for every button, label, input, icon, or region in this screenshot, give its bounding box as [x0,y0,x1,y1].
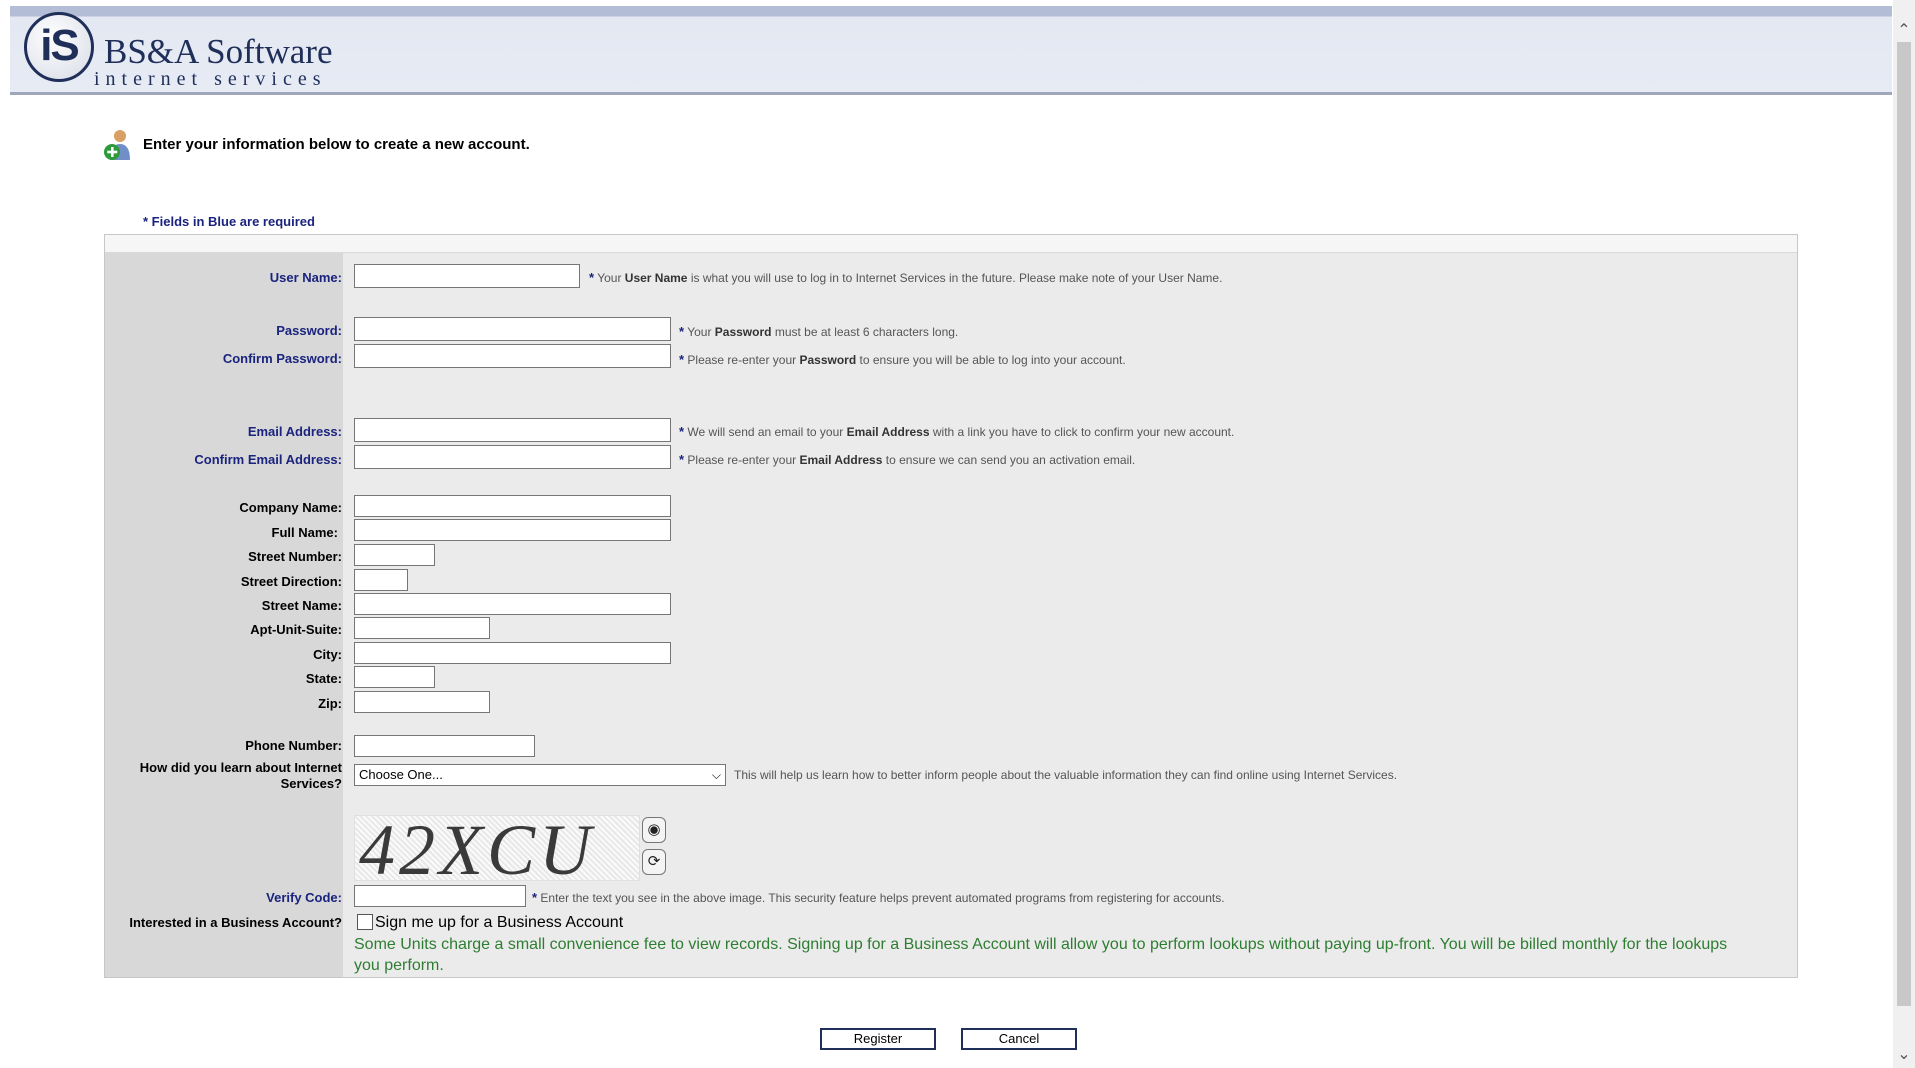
username-label: User Name: [269,270,342,285]
business-account-checkbox-label[interactable]: Sign me up for a Business Account [375,914,623,932]
scroll-down-icon[interactable]: ⌄ [1893,1044,1915,1066]
full-name-label: Full Name: [271,525,338,540]
learn-select[interactable]: Choose One... ⌵ [354,764,726,786]
email-input[interactable] [354,418,671,442]
captcha-image: 42XCU [354,815,640,881]
learn-label-line2: Services? [280,776,342,791]
business-account-checkbox[interactable] [357,914,373,930]
company-name-label: Company Name: [239,500,342,515]
confirm-email-label: Confirm Email Address: [194,452,342,467]
scroll-thumb[interactable] [1897,42,1911,1006]
scroll-up-icon[interactable]: ⌃ [1893,20,1915,42]
vertical-scrollbar[interactable]: ⌃ ⌄ [1893,0,1915,1068]
confirm-password-hint: * Please re-enter your Password to ensur… [679,352,1126,367]
username-input[interactable] [354,264,580,288]
site-header: iS BS&A Software internet services [10,6,1892,95]
learn-label-line1: How did you learn about Internet [139,760,342,775]
confirm-email-hint: * Please re-enter your Email Address to … [679,452,1136,467]
brand-name: BS&A Software [104,32,333,71]
cancel-button[interactable]: Cancel [961,1028,1077,1050]
verify-code-label: Verify Code: [266,890,342,905]
full-name-input[interactable] [354,519,671,541]
state-label: State: [305,671,342,686]
chevron-down-icon: ⌵ [711,768,721,782]
confirm-password-input[interactable] [354,344,671,368]
speaker-icon[interactable]: ◉ [642,817,666,843]
logo-icon: iS [24,12,94,82]
learn-select-value: Choose One... [359,767,443,782]
panel-top-strip [105,235,1797,253]
password-label: Password: [276,323,342,338]
email-hint: * We will send an email to your Email Ad… [679,424,1235,439]
verify-hint: * Enter the text you see in the above im… [532,890,1225,905]
street-name-label: Street Name: [261,598,342,613]
register-button[interactable]: Register [820,1028,936,1050]
email-label: Email Address: [247,424,342,439]
intro-text: Enter your information below to create a… [143,136,530,153]
business-account-note: Some Units charge a small convenience fe… [354,936,1728,974]
zip-label: Zip: [318,696,342,711]
learn-hint: This will help us learn how to better in… [734,768,1398,782]
password-hint: * Your Password must be at least 6 chara… [679,324,959,339]
brand-subtitle: internet services [94,68,327,90]
phone-label: Phone Number: [245,738,342,753]
city-input[interactable] [354,642,671,664]
phone-input[interactable] [354,735,535,757]
username-hint: * Your User Name is what you will use to… [589,270,1223,285]
company-name-input[interactable] [354,495,671,517]
add-user-icon [104,130,130,160]
street-direction-label: Street Direction: [240,574,342,589]
confirm-password-label: Confirm Password: [222,351,342,366]
apt-unit-suite-label: Apt-Unit-Suite: [250,622,342,637]
captcha-text: 42XCU [359,815,595,881]
required-note: * Fields in Blue are required [143,214,315,229]
verify-code-input[interactable] [354,885,526,907]
business-account-label: Interested in a Business Account? [129,915,342,930]
logo-mark: iS [40,21,80,70]
zip-input[interactable] [354,691,490,713]
street-number-input[interactable] [354,544,435,566]
street-direction-input[interactable] [354,569,408,591]
street-number-label: Street Number: [248,549,342,564]
street-name-input[interactable] [354,593,671,615]
city-label: City: [313,647,342,662]
password-input[interactable] [354,317,671,341]
state-input[interactable] [354,666,435,688]
confirm-email-input[interactable] [354,445,671,469]
apt-unit-suite-input[interactable] [354,617,490,639]
refresh-icon[interactable]: ⟳ [642,849,666,875]
